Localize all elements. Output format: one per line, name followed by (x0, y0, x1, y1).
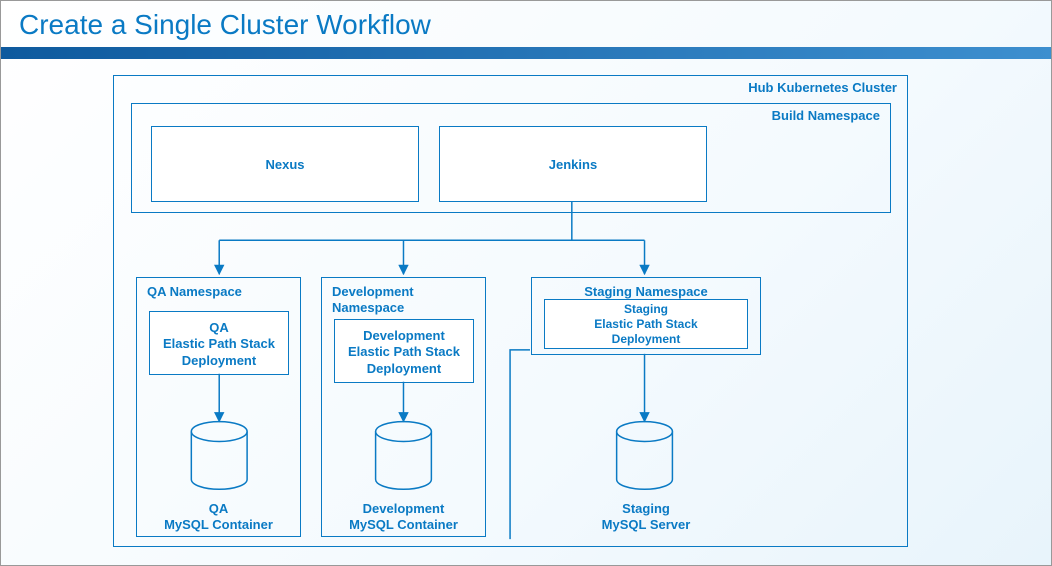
staging-deploy-box: Staging Elastic Path Stack Deployment (544, 299, 748, 349)
diagram-area: Hub Kubernetes Cluster Build Namespace N… (1, 61, 1051, 565)
nexus-label: Nexus (152, 157, 418, 173)
jenkins-box: Jenkins (439, 126, 707, 202)
staging-db-label: Staging MySQL Server (571, 501, 721, 534)
dev-deploy-box: Development Elastic Path Stack Deploymen… (334, 319, 474, 383)
accent-bar (1, 47, 1051, 59)
qa-deploy-label: QA Elastic Path Stack Deployment (150, 320, 288, 369)
diagram-page: Create a Single Cluster Workflow Hub Kub… (0, 0, 1052, 566)
build-namespace-label: Build Namespace (772, 108, 880, 123)
hub-cluster-label: Hub Kubernetes Cluster (748, 80, 897, 95)
staging-deploy-label: Staging Elastic Path Stack Deployment (545, 302, 747, 347)
dev-deploy-label: Development Elastic Path Stack Deploymen… (335, 328, 473, 377)
staging-namespace-label: Staging Namespace (532, 284, 760, 299)
nexus-box: Nexus (151, 126, 419, 202)
dev-namespace-label: Development Namespace (332, 284, 414, 315)
dev-db-label: Development MySQL Container (321, 501, 486, 534)
qa-db-label: QA MySQL Container (136, 501, 301, 534)
qa-namespace-label: QA Namespace (147, 284, 242, 299)
dev-namespace-box: Development Namespace (321, 277, 486, 537)
jenkins-label: Jenkins (440, 157, 706, 173)
page-title: Create a Single Cluster Workflow (1, 1, 1051, 47)
qa-deploy-box: QA Elastic Path Stack Deployment (149, 311, 289, 375)
